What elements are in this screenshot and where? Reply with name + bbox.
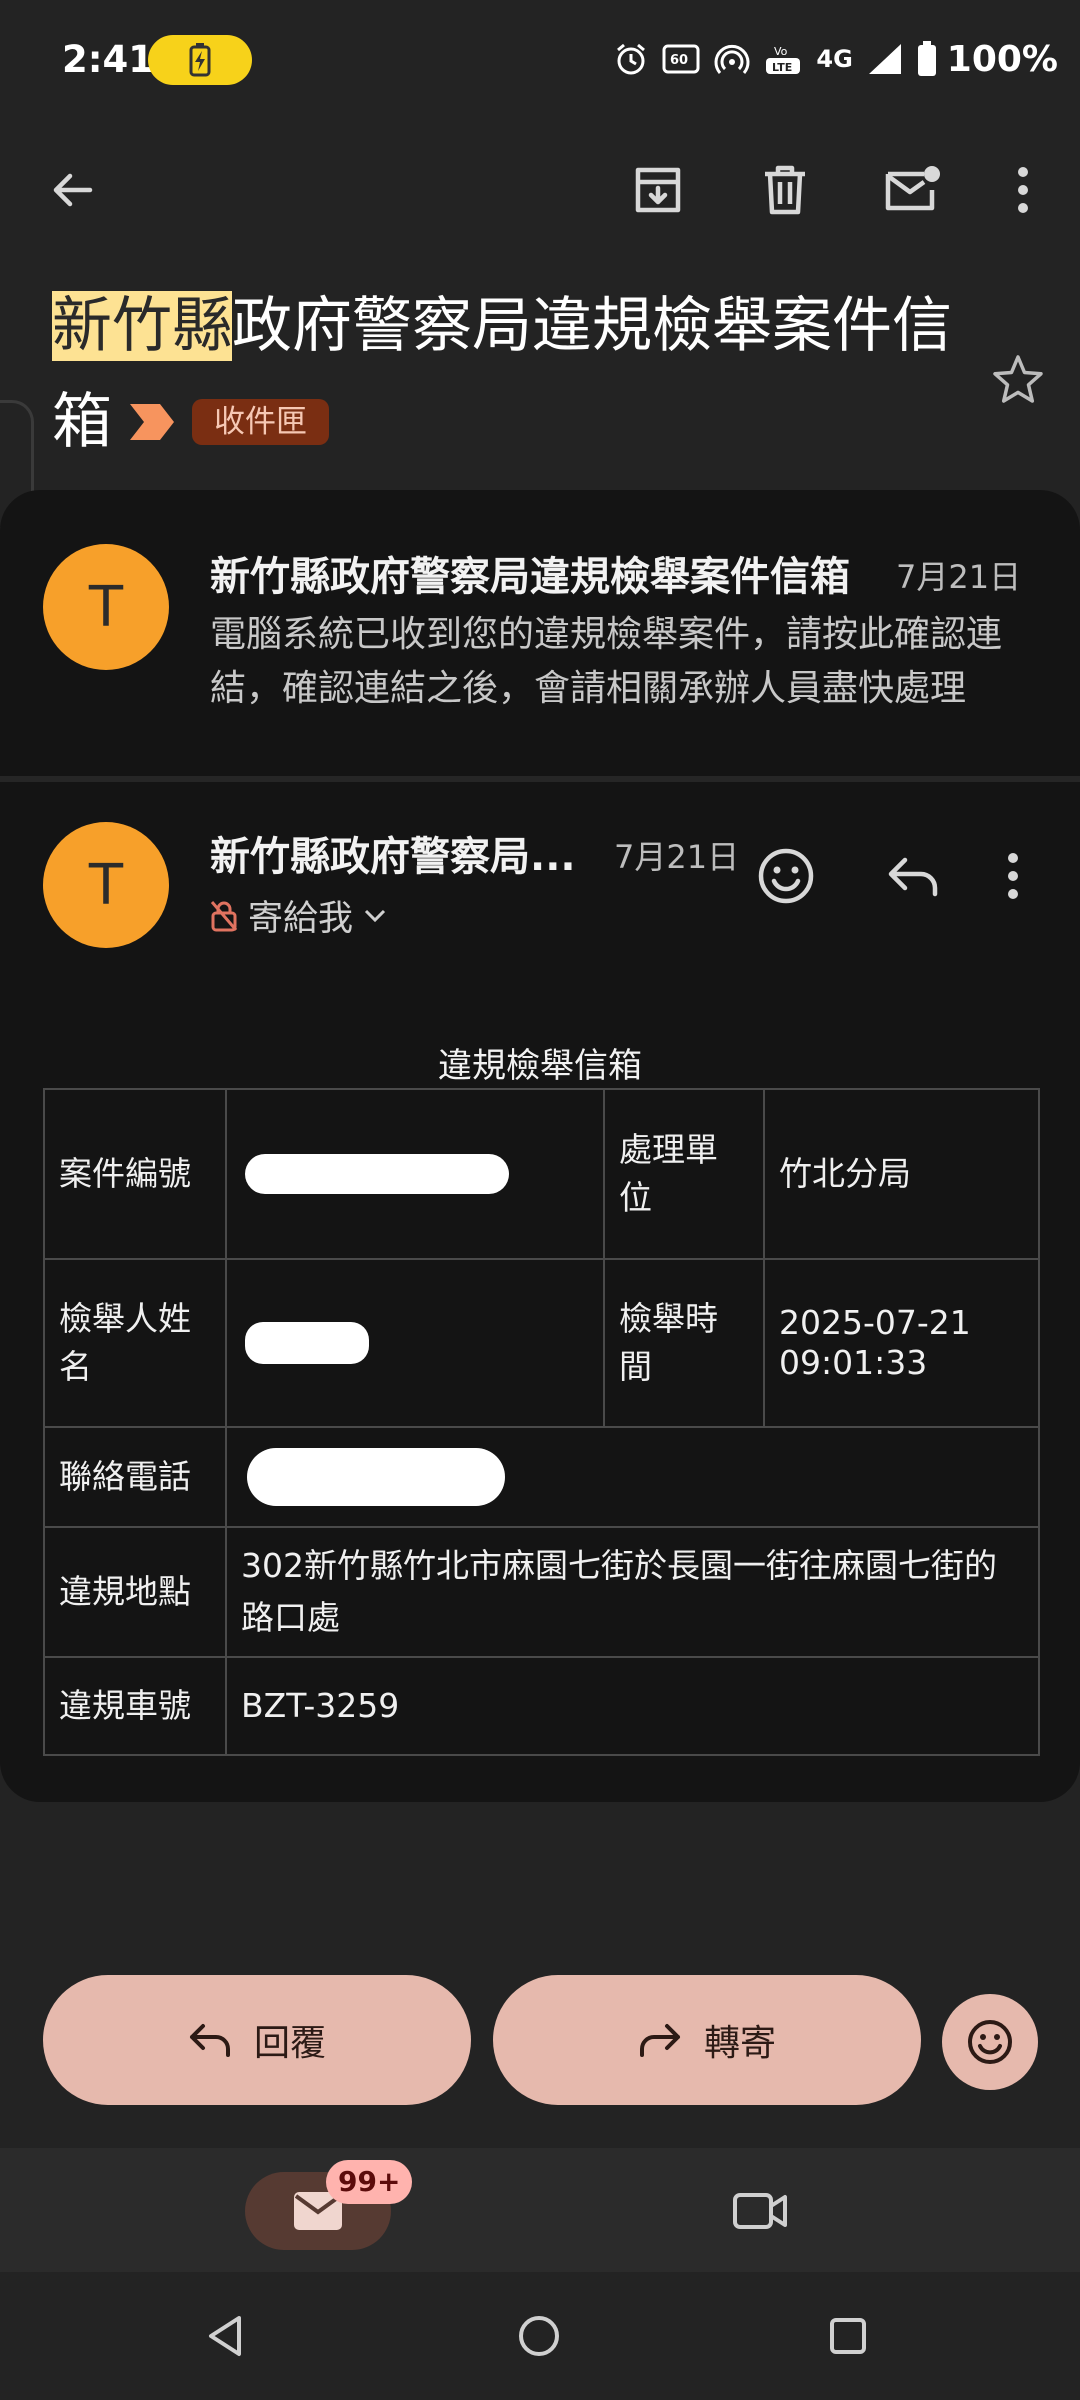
- collapsed-message[interactable]: T 新竹縣政府警察局違規檢舉案件信箱 7月21日 電腦系統已收到您的違規檢舉案件…: [0, 490, 1080, 780]
- email-toolbar: [0, 140, 1080, 240]
- network-type: 4G: [816, 45, 853, 73]
- charging-indicator: [148, 35, 252, 85]
- svg-text:Vo: Vo: [774, 45, 788, 58]
- hotspot-icon: [714, 44, 750, 74]
- mark-unread-button[interactable]: [862, 140, 962, 240]
- reply-label: 回覆: [253, 2023, 326, 2064]
- case-number-value: [225, 1088, 605, 1260]
- phone-value: [225, 1426, 1040, 1528]
- table-row: 違規地點 302新竹縣竹北市麻園七街於長園一街往麻園七街的路口處: [43, 1526, 1040, 1658]
- battery-percent: 100%: [946, 38, 1058, 80]
- redaction-mark: [247, 1448, 505, 1506]
- forward-label: 轉寄: [703, 2023, 776, 2064]
- unit-label: 處理單位: [603, 1088, 765, 1260]
- sender-name[interactable]: 新竹縣政府警察局...: [210, 824, 576, 882]
- square-recents-icon: [830, 2318, 866, 2354]
- more-vert-icon: [1018, 167, 1028, 213]
- subject-text: 政府警察局違規檢舉案件信: [232, 291, 952, 361]
- more-vert-icon: [1008, 853, 1018, 899]
- chevron-down-icon: [364, 909, 386, 922]
- inbox-label-chip[interactable]: 收件匣: [192, 399, 329, 445]
- battery-icon: [917, 41, 936, 76]
- subject-line-2: 箱 收件匣: [52, 374, 952, 470]
- location-label: 違規地點: [43, 1526, 227, 1658]
- table-row: 案件編號 處理單位 竹北分局: [43, 1088, 1040, 1260]
- more-options-button[interactable]: [973, 140, 1073, 240]
- forward-button[interactable]: 轉寄: [493, 1975, 921, 2105]
- table-row: 違規車號 BZT-3259: [43, 1656, 1040, 1756]
- triangle-back-icon: [209, 2316, 241, 2356]
- reply-icon-button[interactable]: [873, 836, 953, 916]
- add-reaction-button[interactable]: [746, 836, 826, 916]
- status-bar: 2:41 60 LTE Vo 4G 100%: [0, 0, 1080, 120]
- recipient-text: 寄給我: [248, 899, 354, 939]
- status-icons: 60 LTE Vo 4G 100%: [614, 34, 1058, 84]
- report-time-label: 檢舉時間: [603, 1258, 765, 1428]
- mark-unread-icon: [885, 166, 940, 211]
- video-camera-icon: [733, 2193, 787, 2229]
- subject-line-1: 新竹縣政府警察局違規檢舉案件信: [52, 278, 952, 374]
- sender-avatar[interactable]: T: [43, 822, 169, 948]
- report-time-value: 2025-07-21 09:01:33: [763, 1258, 1040, 1428]
- search-highlight: 新竹縣: [52, 291, 232, 361]
- plate-label: 違規車號: [43, 1656, 227, 1756]
- sender-avatar[interactable]: T: [43, 544, 169, 670]
- system-recents-button[interactable]: [806, 2294, 890, 2378]
- delete-icon: [765, 165, 805, 215]
- recipient-details[interactable]: 寄給我: [210, 890, 387, 941]
- star-button[interactable]: [978, 340, 1058, 420]
- reporter-name-label: 檢舉人姓名: [43, 1258, 227, 1428]
- redaction-mark: [245, 1154, 509, 1194]
- message-snippet: 電腦系統已收到您的違規檢舉案件，請按此確認連結，確認連結之後，會請相關承辦人員盡…: [210, 614, 1003, 709]
- unit-value: 竹北分局: [763, 1088, 1040, 1260]
- circle-home-icon: [519, 2316, 559, 2356]
- reply-button[interactable]: 回覆: [43, 1975, 471, 2105]
- redaction-mark: [245, 1322, 369, 1364]
- reporter-name-value: [225, 1258, 605, 1428]
- no-lock-icon: [210, 900, 238, 931]
- system-back-button[interactable]: [183, 2294, 267, 2378]
- archive-button[interactable]: [608, 140, 708, 240]
- forward-icon: [639, 2024, 680, 2057]
- meet-tab[interactable]: [720, 2172, 800, 2250]
- location-value: 302新竹縣竹北市麻園七街於長園一街往麻園七街的路口處: [225, 1526, 1040, 1658]
- message-more-button[interactable]: [983, 836, 1043, 916]
- sender-name: 新竹縣政府警察局違規檢舉案件信箱: [210, 554, 850, 600]
- reply-icon: [888, 857, 938, 897]
- volte-icon: LTE Vo: [766, 45, 801, 74]
- star-icon: [993, 355, 1043, 403]
- case-number-label: 案件編號: [43, 1088, 227, 1260]
- report-table: 案件編號 處理單位 竹北分局 檢舉人姓名 檢舉時間 2025-07-21 09:…: [43, 1088, 1040, 1756]
- message-date: 7月21日: [896, 558, 1022, 596]
- emoji-icon: [758, 848, 814, 904]
- message-date: 7月21日: [614, 838, 740, 876]
- svg-text:LTE: LTE: [772, 61, 792, 74]
- signal-icon: [868, 44, 901, 74]
- system-home-button[interactable]: [497, 2294, 581, 2378]
- conversation-thread: T 新竹縣政府警察局違規檢舉案件信箱 7月21日 電腦系統已收到您的違規檢舉案件…: [0, 490, 1080, 1802]
- refresh-rate-icon: 60: [662, 44, 700, 74]
- email-subject: 新竹縣政府警察局違規檢舉案件信 箱 收件匣: [52, 278, 952, 470]
- archive-icon: [635, 167, 681, 213]
- delete-button[interactable]: [735, 140, 835, 240]
- plate-value: BZT-3259: [225, 1656, 1040, 1756]
- react-emoji-button[interactable]: [942, 1994, 1038, 2090]
- back-arrow-icon: [53, 173, 93, 207]
- unread-badge: 99+: [326, 2160, 413, 2204]
- report-table-title: 違規檢舉信箱: [438, 1046, 642, 1086]
- alarm-icon: [617, 43, 646, 75]
- bottom-navigation: 99+: [0, 2148, 1080, 2272]
- importance-marker-icon[interactable]: [128, 402, 176, 442]
- phone-label: 聯絡電話: [43, 1426, 227, 1528]
- battery-charging-icon: [189, 43, 211, 77]
- svg-text:60: 60: [670, 53, 688, 68]
- system-navigation-bar: [0, 2272, 1080, 2400]
- emoji-icon: [968, 2020, 1012, 2064]
- subject-text-end: 箱: [52, 387, 112, 457]
- status-time: 2:41: [62, 38, 155, 81]
- table-row: 檢舉人姓名 檢舉時間 2025-07-21 09:01:33: [43, 1258, 1040, 1428]
- table-row: 聯絡電話: [43, 1426, 1040, 1528]
- back-button[interactable]: [22, 140, 122, 240]
- reply-icon: [189, 2024, 230, 2057]
